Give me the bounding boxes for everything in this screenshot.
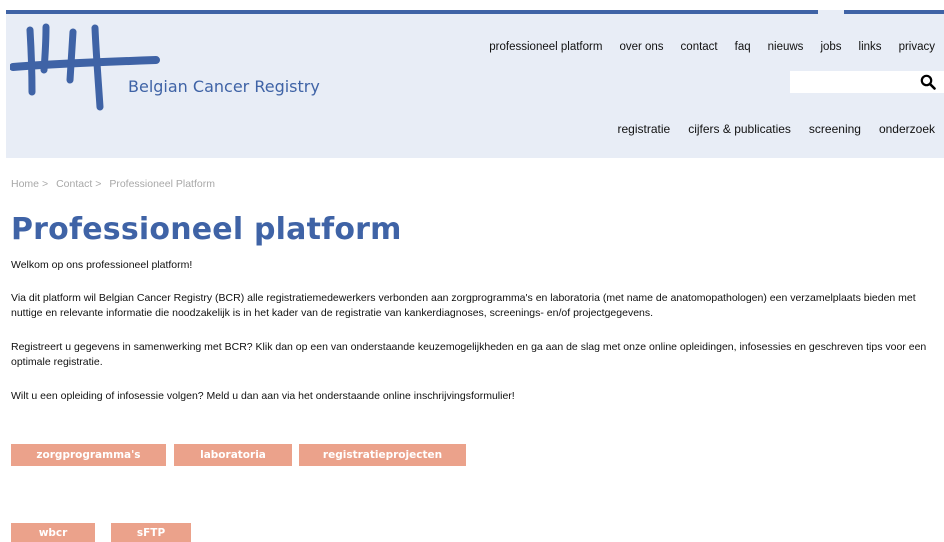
search-box xyxy=(790,71,944,93)
description-paragraph: Via dit platform wil Belgian Cancer Regi… xyxy=(11,292,916,319)
breadcrumb-home[interactable]: Home xyxy=(11,178,39,190)
nav-privacy[interactable]: privacy xyxy=(899,41,935,53)
instructions-paragraph: Registreert u gegevens in samenwerking m… xyxy=(11,341,927,368)
nav-links[interactable]: links xyxy=(859,41,882,53)
laboratoria-button[interactable]: laboratoria xyxy=(174,444,292,466)
nav-onderzoek[interactable]: onderzoek xyxy=(879,122,935,136)
nav-cijfers-publicaties[interactable]: cijfers & publicaties xyxy=(688,122,791,136)
nav-registratie[interactable]: registratie xyxy=(618,122,671,136)
main-nav: registratie cijfers & publicaties screen… xyxy=(600,122,935,136)
search-input[interactable] xyxy=(794,73,914,91)
nav-screening[interactable]: screening xyxy=(809,122,861,136)
logo-text[interactable]: Belgian Cancer Registry xyxy=(128,77,320,96)
nav-contact[interactable]: contact xyxy=(681,41,718,53)
nav-jobs[interactable]: jobs xyxy=(820,41,841,53)
breadcrumb-current: Professioneel Platform xyxy=(109,178,215,190)
breadcrumb-separator: > xyxy=(42,178,49,190)
registratieprojecten-button[interactable]: registratieprojecten xyxy=(299,444,466,466)
zorgprogrammas-button[interactable]: zorgprogramma's xyxy=(11,444,166,466)
page-title: Professioneel platform xyxy=(11,212,402,247)
nav-faq[interactable]: faq xyxy=(735,41,751,53)
nav-professioneel-platform[interactable]: professioneel platform xyxy=(489,41,602,53)
nav-nieuws[interactable]: nieuws xyxy=(768,41,804,53)
signup-paragraph: Wilt u een opleiding of infosessie volge… xyxy=(11,390,515,402)
intro-paragraph: Welkom op ons professioneel platform! xyxy=(11,259,193,271)
top-nav: professioneel platform over ons contact … xyxy=(472,41,935,53)
breadcrumb-separator: > xyxy=(95,178,102,190)
breadcrumb: Home > Contact > Professioneel Platform xyxy=(11,178,215,190)
breadcrumb-contact[interactable]: Contact xyxy=(56,178,92,190)
nav-over-ons[interactable]: over ons xyxy=(619,41,663,53)
bcr-logo-icon[interactable] xyxy=(10,22,160,114)
search-icon[interactable] xyxy=(920,74,936,90)
wbcr-button[interactable]: wbcr xyxy=(11,523,95,542)
sftp-button[interactable]: sFTP xyxy=(111,523,191,542)
